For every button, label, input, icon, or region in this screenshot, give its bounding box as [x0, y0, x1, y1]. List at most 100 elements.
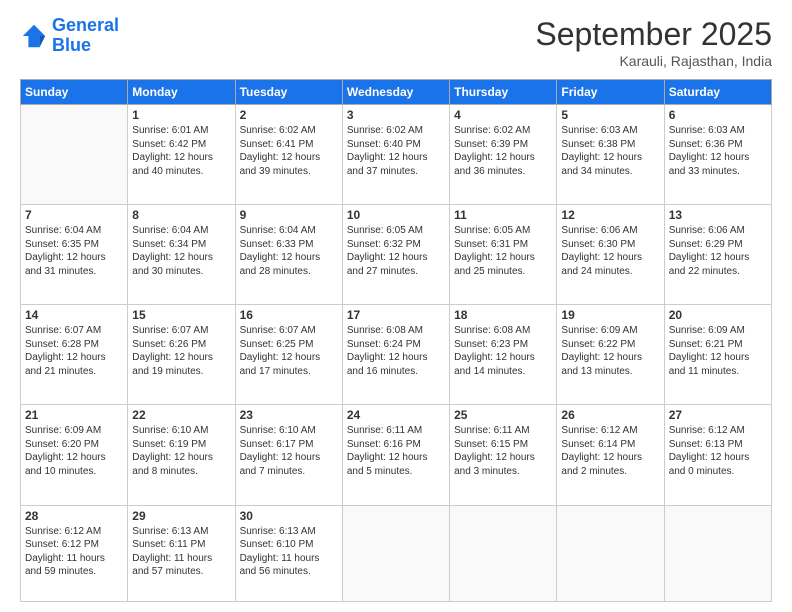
calendar-cell: 3 Sunrise: 6:02 AM Sunset: 6:40 PM Daylig…	[342, 105, 449, 205]
day-info: Sunrise: 6:09 AM Sunset: 6:22 PM Dayligh…	[561, 324, 659, 378]
calendar-cell: 14Sunrise: 6:07 AM Sunset: 6:28 PM Dayli…	[21, 305, 128, 405]
calendar-cell: 8 Sunrise: 6:04 AM Sunset: 6:34 PM Daylig…	[128, 205, 235, 305]
calendar-cell: 17 Sunrise: 6:08 AM Sunset: 6:24 PM Dayli…	[342, 305, 449, 405]
day-info: Sunrise: 6:12 AM Sunset: 6:14 PM Dayligh…	[561, 424, 659, 478]
calendar-cell: 20 Sunrise: 6:09 AM Sunset: 6:21 PM Dayli…	[664, 305, 771, 405]
calendar-cell: 29 Sunrise: 6:13 AM Sunset: 6:11 PM Dayli…	[128, 505, 235, 601]
day-info: Sunrise: 6:07 AM Sunset: 6:25 PM Dayligh…	[240, 324, 338, 378]
day-info: Sunrise: 6:05 AM Sunset: 6:31 PM Dayligh…	[454, 224, 552, 278]
day-info: Sunrise: 6:06 AM Sunset: 6:29 PM Dayligh…	[669, 224, 767, 278]
page: General Blue September 2025 Karauli, Raj…	[0, 0, 792, 612]
day-info: Sunrise: 6:09 AM Sunset: 6:20 PM Dayligh…	[25, 424, 123, 478]
day-number: 12	[561, 208, 659, 222]
day-number: 17	[347, 308, 445, 322]
logo-icon	[20, 22, 48, 50]
calendar-cell	[450, 505, 557, 601]
day-number: 29	[132, 509, 230, 523]
day-info: Sunrise: 6:10 AM Sunset: 6:17 PM Dayligh…	[240, 424, 338, 478]
day-number: 27	[669, 408, 767, 422]
day-info: Sunrise: 6:11 AM Sunset: 6:16 PM Dayligh…	[347, 424, 445, 478]
day-number: 25	[454, 408, 552, 422]
calendar-week-4: 21 Sunrise: 6:09 AM Sunset: 6:20 PM Dayli…	[21, 405, 772, 505]
calendar-cell: 2 Sunrise: 6:02 AM Sunset: 6:41 PM Daylig…	[235, 105, 342, 205]
calendar-cell: 24 Sunrise: 6:11 AM Sunset: 6:16 PM Dayli…	[342, 405, 449, 505]
day-number: 19	[561, 308, 659, 322]
day-number: 15	[132, 308, 230, 322]
calendar-cell: 6 Sunrise: 6:03 AM Sunset: 6:36 PM Daylig…	[664, 105, 771, 205]
day-info: Sunrise: 6:12 AM Sunset: 6:13 PM Dayligh…	[669, 424, 767, 478]
day-info: Sunrise: 6:02 AM Sunset: 6:41 PM Dayligh…	[240, 124, 338, 178]
day-info: Sunrise: 6:02 AM Sunset: 6:40 PM Dayligh…	[347, 124, 445, 178]
calendar-cell: 10 Sunrise: 6:05 AM Sunset: 6:32 PM Dayli…	[342, 205, 449, 305]
day-number: 13	[669, 208, 767, 222]
day-info: Sunrise: 6:09 AM Sunset: 6:21 PM Dayligh…	[669, 324, 767, 378]
day-number: 6	[669, 108, 767, 122]
day-number: 14	[25, 308, 123, 322]
day-number: 20	[669, 308, 767, 322]
day-number: 2	[240, 108, 338, 122]
day-number: 7	[25, 208, 123, 222]
calendar-cell: 5Sunrise: 6:03 AM Sunset: 6:38 PM Daylig…	[557, 105, 664, 205]
day-number: 30	[240, 509, 338, 523]
day-number: 10	[347, 208, 445, 222]
month-title: September 2025	[535, 16, 772, 53]
location: Karauli, Rajasthan, India	[535, 53, 772, 69]
weekday-header-sunday: Sunday	[21, 80, 128, 105]
day-number: 8	[132, 208, 230, 222]
day-number: 24	[347, 408, 445, 422]
day-info: Sunrise: 6:05 AM Sunset: 6:32 PM Dayligh…	[347, 224, 445, 278]
logo-blue: Blue	[52, 35, 91, 55]
day-number: 1	[132, 108, 230, 122]
day-number: 9	[240, 208, 338, 222]
calendar-week-1: 1 Sunrise: 6:01 AM Sunset: 6:42 PM Daylig…	[21, 105, 772, 205]
day-info: Sunrise: 6:13 AM Sunset: 6:11 PM Dayligh…	[132, 525, 230, 579]
weekday-header-monday: Monday	[128, 80, 235, 105]
day-info: Sunrise: 6:06 AM Sunset: 6:30 PM Dayligh…	[561, 224, 659, 278]
calendar-cell	[664, 505, 771, 601]
calendar-cell: 18Sunrise: 6:08 AM Sunset: 6:23 PM Dayli…	[450, 305, 557, 405]
day-number: 18	[454, 308, 552, 322]
calendar-cell: 13 Sunrise: 6:06 AM Sunset: 6:29 PM Dayli…	[664, 205, 771, 305]
day-number: 23	[240, 408, 338, 422]
day-info: Sunrise: 6:13 AM Sunset: 6:10 PM Dayligh…	[240, 525, 338, 579]
day-number: 28	[25, 509, 123, 523]
day-number: 4	[454, 108, 552, 122]
day-number: 26	[561, 408, 659, 422]
calendar-header-row: SundayMondayTuesdayWednesdayThursdayFrid…	[21, 80, 772, 105]
day-info: Sunrise: 6:04 AM Sunset: 6:34 PM Dayligh…	[132, 224, 230, 278]
calendar-cell: 11Sunrise: 6:05 AM Sunset: 6:31 PM Dayli…	[450, 205, 557, 305]
weekday-header-tuesday: Tuesday	[235, 80, 342, 105]
day-number: 3	[347, 108, 445, 122]
calendar-cell: 7Sunrise: 6:04 AM Sunset: 6:35 PM Daylig…	[21, 205, 128, 305]
day-number: 22	[132, 408, 230, 422]
logo-general: General	[52, 15, 119, 35]
calendar-cell: 9 Sunrise: 6:04 AM Sunset: 6:33 PM Daylig…	[235, 205, 342, 305]
day-info: Sunrise: 6:03 AM Sunset: 6:38 PM Dayligh…	[561, 124, 659, 178]
calendar-cell: 12 Sunrise: 6:06 AM Sunset: 6:30 PM Dayli…	[557, 205, 664, 305]
calendar-cell: 21 Sunrise: 6:09 AM Sunset: 6:20 PM Dayli…	[21, 405, 128, 505]
calendar-cell: 1 Sunrise: 6:01 AM Sunset: 6:42 PM Daylig…	[128, 105, 235, 205]
calendar-cell	[21, 105, 128, 205]
calendar-table: SundayMondayTuesdayWednesdayThursdayFrid…	[20, 79, 772, 602]
weekday-header-saturday: Saturday	[664, 80, 771, 105]
header: General Blue September 2025 Karauli, Raj…	[20, 16, 772, 69]
day-number: 21	[25, 408, 123, 422]
day-info: Sunrise: 6:07 AM Sunset: 6:26 PM Dayligh…	[132, 324, 230, 378]
day-info: Sunrise: 6:02 AM Sunset: 6:39 PM Dayligh…	[454, 124, 552, 178]
day-info: Sunrise: 6:01 AM Sunset: 6:42 PM Dayligh…	[132, 124, 230, 178]
day-number: 16	[240, 308, 338, 322]
weekday-header-friday: Friday	[557, 80, 664, 105]
day-info: Sunrise: 6:03 AM Sunset: 6:36 PM Dayligh…	[669, 124, 767, 178]
calendar-cell: 15 Sunrise: 6:07 AM Sunset: 6:26 PM Dayli…	[128, 305, 235, 405]
calendar-cell: 4 Sunrise: 6:02 AM Sunset: 6:39 PM Daylig…	[450, 105, 557, 205]
calendar-week-5: 28 Sunrise: 6:12 AM Sunset: 6:12 PM Dayli…	[21, 505, 772, 601]
logo: General Blue	[20, 16, 119, 56]
day-info: Sunrise: 6:08 AM Sunset: 6:24 PM Dayligh…	[347, 324, 445, 378]
calendar-cell: 19 Sunrise: 6:09 AM Sunset: 6:22 PM Dayli…	[557, 305, 664, 405]
calendar-week-2: 7Sunrise: 6:04 AM Sunset: 6:35 PM Daylig…	[21, 205, 772, 305]
day-info: Sunrise: 6:10 AM Sunset: 6:19 PM Dayligh…	[132, 424, 230, 478]
day-info: Sunrise: 6:04 AM Sunset: 6:33 PM Dayligh…	[240, 224, 338, 278]
day-info: Sunrise: 6:12 AM Sunset: 6:12 PM Dayligh…	[25, 525, 123, 579]
day-info: Sunrise: 6:11 AM Sunset: 6:15 PM Dayligh…	[454, 424, 552, 478]
calendar-cell	[557, 505, 664, 601]
